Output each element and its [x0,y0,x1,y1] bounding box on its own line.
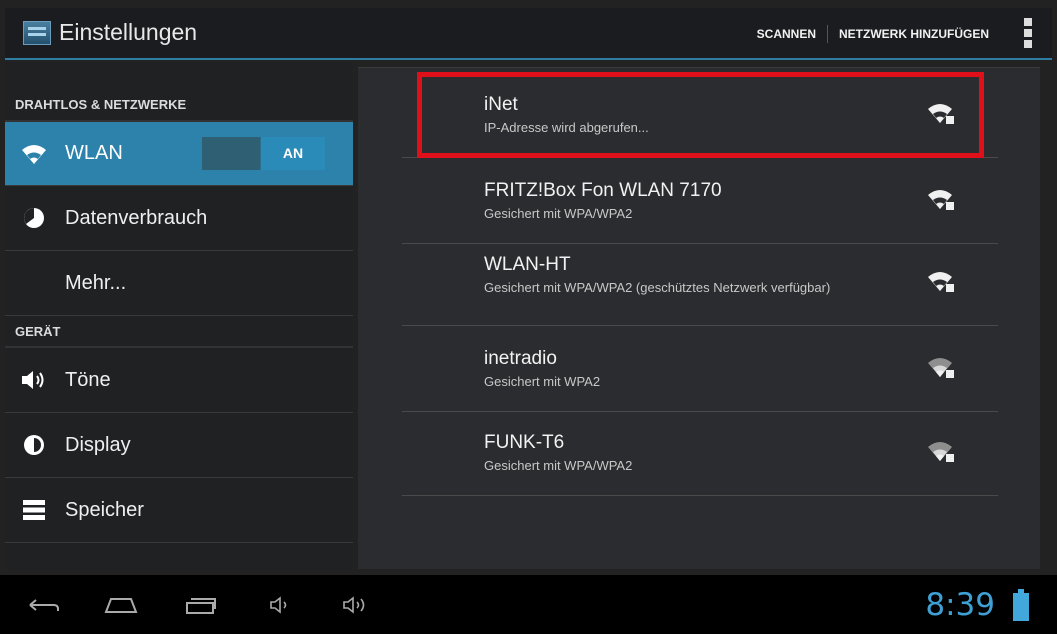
network-status: Gesichert mit WPA2 [484,374,601,389]
sidebar-item-label: Mehr... [65,271,127,294]
network-status: Gesichert mit WPA/WPA2 [484,458,633,473]
sidebar-item-storage[interactable]: Speicher [5,478,353,543]
network-status: Gesichert mit WPA/WPA2 (geschütztes Netz… [484,280,831,295]
sidebar-item-label: Datenverbrauch [65,206,208,229]
settings-sidebar: DRAHTLOS & NETZWERKE WLAN AN Datenverbra… [5,62,353,570]
wifi-signal-lock-icon [928,358,954,378]
wlan-toggle[interactable]: AN [202,137,325,170]
network-row-fritzbox[interactable]: FRITZ!Box Fon WLAN 7170 Gesichert mit WP… [402,158,998,244]
sidebar-item-label: WLAN [65,142,123,164]
back-icon[interactable] [27,595,61,615]
data-usage-icon [19,203,49,233]
section-header-wireless: DRAHTLOS & NETZWERKE [5,88,353,122]
sidebar-item-sounds[interactable]: Töne [5,348,353,413]
highlight-annotation-box [417,72,984,158]
wifi-signal-lock-icon [928,190,954,210]
sidebar-item-label: Speicher [65,498,144,521]
sidebar-item-data-usage[interactable]: Datenverbrauch [5,186,353,251]
sidebar-item-label: Display [65,433,131,456]
sidebar-item-more[interactable]: Mehr... [5,251,353,316]
wifi-icon [19,139,49,169]
network-row-inetradio[interactable]: inetradio Gesichert mit WPA2 [402,326,998,412]
volume-down-icon[interactable] [266,595,300,615]
system-navigation-bar: 8:39 [0,575,1057,634]
section-header-device: GERÄT [5,316,353,348]
scan-button[interactable]: SCANNEN [746,25,827,43]
storage-icon [19,495,49,525]
recent-apps-icon[interactable] [184,595,218,615]
toggle-state-label: AN [261,137,325,170]
speaker-icon [19,365,49,395]
home-icon[interactable] [104,595,138,615]
network-status: Gesichert mit WPA/WPA2 [484,206,633,221]
add-network-button[interactable]: NETZWERK HINZUFÜGEN [827,25,1000,43]
toggle-track [202,137,260,170]
android-tablet-screen: Einstellungen SCANNEN NETZWERK HINZUFÜGE… [0,0,1057,634]
battery-icon [1013,589,1029,621]
network-name: WLAN-HT [484,254,571,275]
wifi-signal-lock-icon [928,272,954,292]
action-bar: Einstellungen SCANNEN NETZWERK HINZUFÜGE… [5,8,1052,60]
network-row-funk-t6[interactable]: FUNK-T6 Gesichert mit WPA/WPA2 [402,410,998,496]
sidebar-item-wlan[interactable]: WLAN AN [5,122,353,186]
brightness-icon [19,430,49,460]
network-name: inetradio [484,348,557,369]
volume-up-icon[interactable] [341,595,375,615]
sidebar-item-label: Töne [65,368,111,391]
sidebar-item-display[interactable]: Display [5,413,353,478]
status-clock: 8:39 [925,587,995,623]
network-name: FRITZ!Box Fon WLAN 7170 [484,180,722,201]
overflow-menu-icon[interactable] [1024,18,1032,48]
page-title: Einstellungen [59,19,198,45]
network-row-wlan-ht[interactable]: WLAN-HT Gesichert mit WPA/WPA2 (geschütz… [402,240,998,326]
settings-app-icon [23,21,51,45]
wifi-signal-lock-icon [928,442,954,462]
network-name: FUNK-T6 [484,432,565,453]
action-buttons: SCANNEN NETZWERK HINZUFÜGEN [746,25,1000,43]
